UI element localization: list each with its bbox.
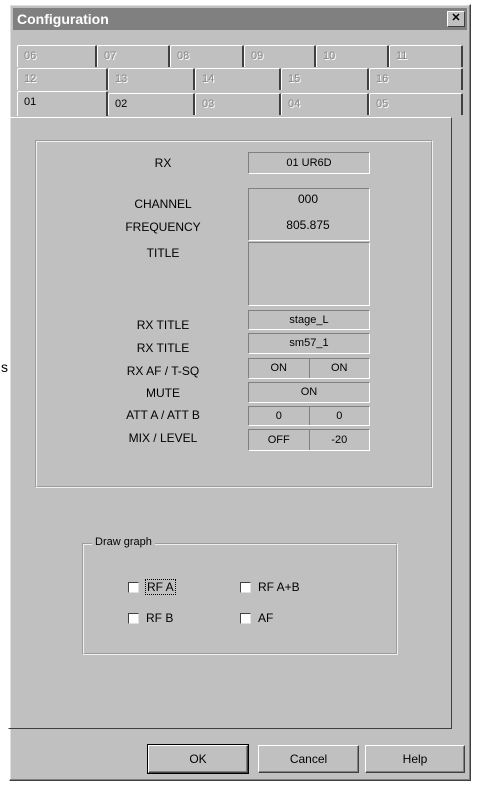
title-value — [248, 242, 370, 306]
tab-16[interactable]: 16 — [369, 68, 463, 90]
level-value: -20 — [308, 430, 370, 450]
tab-13[interactable]: 13 — [108, 68, 195, 90]
rx-title-2-value: sm57_1 — [248, 333, 370, 354]
checkbox-box[interactable] — [240, 612, 251, 624]
rx-af-tsq-label: RX AF / T-SQ — [126, 364, 200, 378]
rf-a-checkbox[interactable]: RF A — [128, 579, 176, 595]
rx-title-2-label: RX TITLE — [136, 341, 190, 355]
rx-title-value: stage_L — [248, 310, 370, 330]
tab-01[interactable]: 01 — [17, 91, 108, 116]
tab-02[interactable]: 02 — [108, 93, 195, 115]
tab-row-1: 06 07 08 09 10 11 — [17, 45, 463, 67]
rf-b-checkbox[interactable]: RF B — [128, 611, 173, 625]
title-label: TITLE — [146, 246, 180, 260]
mute-value: ON — [248, 382, 370, 403]
rx-af-value: ON — [270, 362, 288, 374]
close-button[interactable]: ✕ — [447, 11, 465, 27]
tab-05[interactable]: 05 — [369, 93, 463, 115]
mix-level-label: MIX / LEVEL — [128, 431, 198, 445]
rx-title-label: RX TITLE — [136, 318, 190, 332]
tab-row-2: 12 13 14 15 16 — [17, 68, 463, 90]
side-letter: s — [1, 359, 8, 375]
af-checkbox[interactable]: AF — [240, 611, 273, 625]
att-values: 0 0 — [248, 406, 370, 426]
tab-11[interactable]: 11 — [389, 45, 463, 67]
checkbox-box[interactable] — [128, 581, 139, 593]
tab-08[interactable]: 08 — [170, 45, 244, 67]
tsq-value: ON — [308, 359, 370, 378]
tab-15[interactable]: 15 — [281, 68, 369, 90]
checkbox-box[interactable] — [240, 581, 251, 593]
rx-label: RX — [154, 156, 172, 170]
draw-graph-group — [82, 543, 398, 655]
rf-a-label: RF A — [145, 579, 176, 595]
mute-label: MUTE — [146, 386, 180, 400]
channel-value: 000 — [297, 192, 319, 206]
att-label: ATT A / ATT B — [126, 408, 200, 422]
cancel-button[interactable]: Cancel — [258, 745, 359, 773]
mix-value: OFF — [267, 434, 290, 446]
mix-level-values: OFF -20 — [248, 429, 370, 451]
checkbox-box[interactable] — [128, 612, 139, 624]
tab-07[interactable]: 07 — [97, 45, 170, 67]
rf-b-label: RF B — [146, 611, 174, 625]
window-title: Configuration — [17, 11, 109, 27]
rf-ab-checkbox[interactable]: RF A+B — [240, 580, 300, 594]
tab-03[interactable]: 03 — [195, 93, 281, 115]
att-a-value: 0 — [275, 410, 282, 422]
tab-14[interactable]: 14 — [195, 68, 281, 90]
draw-graph-legend: Draw graph — [92, 536, 155, 548]
title-bar: Configuration ✕ — [13, 8, 467, 30]
tab-12[interactable]: 12 — [17, 68, 108, 90]
af-label: AF — [258, 611, 274, 625]
frequency-value: 805.875 — [286, 218, 330, 232]
att-b-value: 0 — [308, 407, 370, 425]
rx-value: 01 UR6D — [248, 152, 370, 174]
tab-04[interactable]: 04 — [281, 93, 369, 115]
tab-row-3: 01 02 03 04 05 — [17, 91, 463, 116]
help-button[interactable]: Help — [365, 745, 465, 773]
ok-button[interactable]: OK — [147, 744, 249, 774]
tab-06[interactable]: 06 — [17, 45, 97, 67]
tab-09[interactable]: 09 — [244, 45, 316, 67]
rx-af-tsq-values: ON ON — [248, 358, 370, 379]
rf-ab-label: RF A+B — [258, 580, 300, 594]
tab-10[interactable]: 10 — [316, 45, 389, 67]
